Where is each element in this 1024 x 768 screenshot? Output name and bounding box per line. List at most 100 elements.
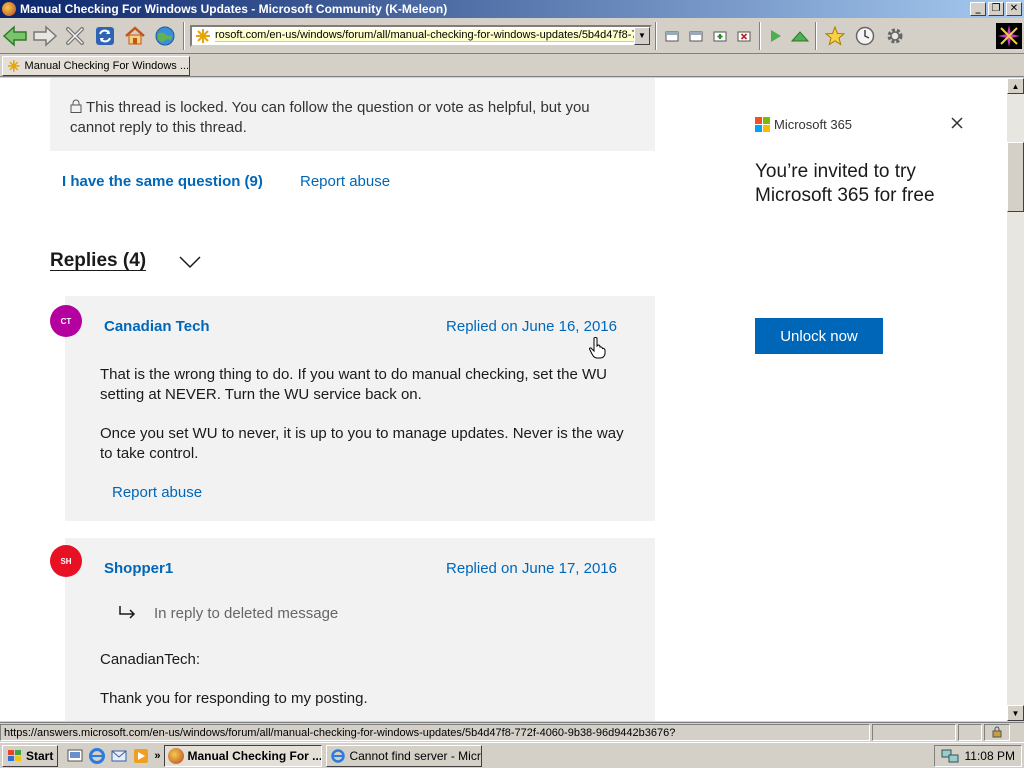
play-icon	[771, 29, 781, 42]
new-layer-button[interactable]	[708, 21, 732, 51]
up-button[interactable]	[788, 21, 812, 51]
stop-icon	[66, 26, 84, 45]
status-progress	[872, 723, 956, 741]
in-reply-to[interactable]: In reply to deleted message	[116, 604, 338, 622]
k-meleon-logo-icon	[996, 22, 1022, 49]
window-title: Manual Checking For Windows Updates - Mi…	[20, 2, 448, 16]
scroll-up-button[interactable]: ▲	[1007, 78, 1024, 94]
taskbar-item-kmeleon[interactable]: Manual Checking For ...	[164, 744, 323, 767]
k-meleon-icon	[168, 747, 185, 764]
close-icon[interactable]	[949, 115, 965, 131]
reply-paragraph: Thank you for responding to my posting.	[100, 690, 368, 707]
start-button[interactable]: Start	[2, 744, 59, 767]
tab-manual-checking[interactable]: Manual Checking For Windows ...	[2, 56, 190, 76]
layer-back-button[interactable]	[660, 21, 684, 51]
unlock-now-button[interactable]: Unlock now	[755, 318, 883, 354]
gear-icon	[887, 28, 903, 43]
scroll-down-button[interactable]: ▼	[1007, 705, 1024, 721]
toolbar-separator	[655, 21, 657, 50]
media-player-icon[interactable]	[132, 747, 150, 765]
k-meleon-app-icon[interactable]	[2, 2, 16, 16]
reload-icon	[96, 26, 114, 45]
reply-date[interactable]: Replied on June 16, 2016	[446, 318, 617, 335]
show-desktop-icon[interactable]	[66, 747, 84, 765]
start-label: Start	[26, 748, 54, 763]
globe-icon	[155, 26, 175, 45]
back-arrow-icon	[2, 24, 27, 47]
internet-explorer-icon[interactable]	[88, 747, 106, 765]
go-button[interactable]	[764, 21, 788, 51]
scroll-thumb[interactable]	[1007, 142, 1024, 212]
ad-brand: Microsoft 365	[774, 117, 853, 132]
microsoft-logo-icon	[755, 117, 770, 132]
microsoft-365-logo: Microsoft 365	[755, 117, 852, 132]
quick-launch-overflow-icon[interactable]: »	[154, 750, 160, 762]
taskbar-item-label: Cannot find server - Micros...	[349, 748, 481, 763]
chevron-down-icon[interactable]	[178, 254, 202, 270]
close-window-icon	[737, 31, 751, 41]
locked-notice-text: This thread is locked. You can follow th…	[70, 99, 590, 136]
layer-forward-button[interactable]	[684, 21, 708, 51]
locked-notice: This thread is locked. You can follow th…	[50, 78, 655, 151]
avatar[interactable]: CT	[50, 305, 82, 337]
home-icon	[125, 25, 145, 44]
page-content: This thread is locked. You can follow th…	[0, 78, 1007, 721]
report-abuse-link[interactable]: Report abuse	[300, 173, 390, 190]
url-dropdown-button[interactable]: ▼	[634, 26, 650, 45]
reply-date[interactable]: Replied on June 17, 2016	[446, 560, 617, 577]
hand-cursor-icon	[588, 337, 606, 359]
url-text[interactable]: rosoft.com/en-us/windows/forum/all/manua…	[215, 29, 634, 42]
bookmarks-button[interactable]	[820, 21, 850, 51]
network-icon[interactable]	[941, 748, 959, 764]
favicon-icon	[7, 60, 20, 72]
close-layer-button[interactable]	[732, 21, 756, 51]
in-reply-to-text: In reply to deleted message	[154, 604, 339, 622]
system-tray: 11:08 PM	[934, 744, 1022, 767]
reply-paragraph: Once you set WU to never, it is up to yo…	[100, 425, 624, 462]
window-back-icon	[665, 31, 679, 41]
outlook-express-icon[interactable]	[110, 747, 128, 765]
toolbar-separator	[815, 21, 817, 50]
avatar[interactable]: SH	[50, 545, 82, 577]
taskbar-item-label: Manual Checking For ...	[187, 748, 323, 763]
history-button[interactable]	[850, 21, 880, 51]
reply-author[interactable]: Canadian Tech	[104, 318, 210, 335]
clock-icon	[855, 26, 875, 45]
lock-icon	[70, 99, 82, 113]
title-bar: Manual Checking For Windows Updates - Mi…	[0, 0, 1024, 18]
windows-flag-icon	[8, 749, 21, 761]
star-icon	[824, 25, 846, 46]
internet-explorer-icon	[331, 748, 346, 763]
same-question-button[interactable]: I have the same question (9)	[62, 173, 263, 190]
stop-button[interactable]	[60, 21, 90, 51]
restore-button[interactable]: ❐	[988, 2, 1004, 16]
search-globe-button[interactable]	[150, 21, 180, 51]
forward-button[interactable]	[30, 21, 60, 51]
reply-arrow-icon	[119, 606, 136, 619]
replies-heading[interactable]: Replies (4)	[50, 250, 146, 272]
url-bar[interactable]: rosoft.com/en-us/windows/forum/all/manua…	[190, 24, 652, 47]
reply-author[interactable]: Shopper1	[104, 560, 173, 577]
reply-divider	[80, 521, 640, 535]
navigation-toolbar: rosoft.com/en-us/windows/forum/all/manua…	[0, 18, 1024, 54]
vertical-scrollbar[interactable]: ▲ ▼	[1007, 78, 1024, 721]
reply-paragraph: CanadianTech:	[100, 651, 201, 668]
status-security	[958, 723, 982, 741]
taskbar-item-ie[interactable]: Cannot find server - Micros...	[326, 744, 483, 767]
reload-button[interactable]	[90, 21, 120, 51]
close-window-button[interactable]: ✕	[1006, 2, 1022, 16]
up-arrow-icon	[791, 30, 809, 41]
back-button[interactable]	[0, 21, 30, 51]
minimize-button[interactable]: _	[970, 2, 986, 16]
report-abuse-link[interactable]: Report abuse	[112, 484, 202, 501]
page-status-icon	[196, 28, 210, 43]
ad-headline: You’re invited to try Microsoft 365 for …	[755, 161, 935, 206]
clock[interactable]: 11:08 PM	[965, 749, 1015, 763]
window-controls: _ ❐ ✕	[970, 2, 1022, 16]
toolbar-separator	[183, 21, 185, 50]
quick-launch: »	[66, 747, 160, 765]
preferences-button[interactable]	[880, 21, 910, 51]
forward-arrow-icon	[33, 24, 58, 47]
window-forward-icon	[689, 31, 703, 41]
home-button[interactable]	[120, 21, 150, 51]
